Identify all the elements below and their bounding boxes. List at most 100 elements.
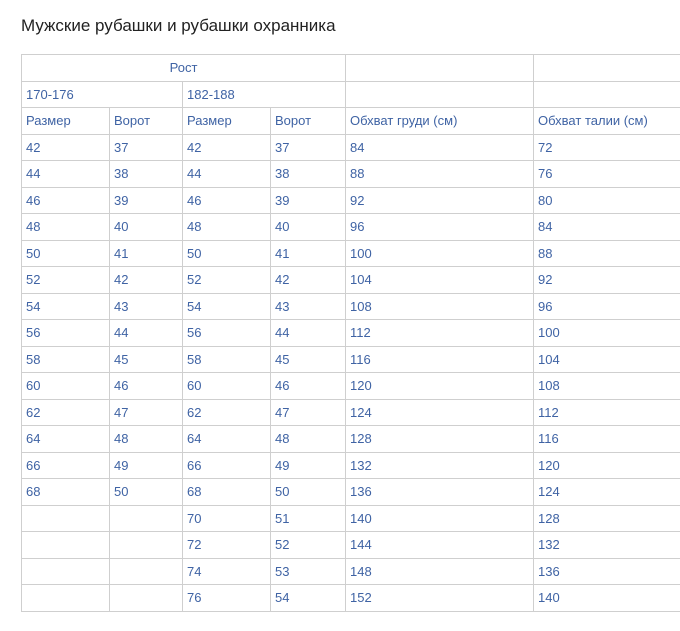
collar-cell: 45 [269,345,347,373]
table-row: 54 43 54 43 108 96 [21,292,680,320]
waist-cell: 108 [533,372,680,400]
empty-header-cell [533,54,680,82]
collar-cell: 48 [109,425,183,453]
collar-cell: 50 [269,478,347,506]
chest-cell: 128 [345,425,535,453]
table-row: 60 46 60 46 120 108 [21,372,680,400]
collar-cell: 53 [269,557,347,585]
collar-cell: 38 [109,160,183,188]
collar-cell: 44 [109,319,183,347]
collar-cell: 52 [269,531,347,559]
header-row-columns: Размер Ворот Размер Ворот Обхват груди (… [21,107,680,135]
table-row: 50 41 50 41 100 88 [21,239,680,267]
collar-cell: 47 [269,398,347,426]
chest-cell: 88 [345,160,535,188]
collar-cell: 49 [269,451,347,479]
size-cell: 68 [182,478,271,506]
size-cell: 68 [21,478,110,506]
chest-cell: 124 [345,398,535,426]
size-cell [21,504,110,532]
waist-cell: 76 [533,160,680,188]
size-cell: 70 [182,504,271,532]
collar-cell [109,584,183,612]
size-cell: 58 [182,345,271,373]
size-cell: 62 [182,398,271,426]
table-row: 70 51 140 128 [21,504,680,532]
collar-cell [109,531,183,559]
size-cell: 60 [182,372,271,400]
collar-cell: 43 [269,292,347,320]
chest-cell: 120 [345,372,535,400]
waist-cell: 124 [533,478,680,506]
column-header-chest: Обхват груди (см) [345,107,535,135]
chest-cell: 100 [345,239,535,267]
table-row: 62 47 62 47 124 112 [21,398,680,426]
table-row: 64 48 64 48 128 116 [21,425,680,453]
collar-cell: 46 [269,372,347,400]
size-cell: 60 [21,372,110,400]
table-row: 42 37 42 37 84 72 [21,133,680,161]
collar-cell: 42 [269,266,347,294]
chest-cell: 104 [345,266,535,294]
table-row: 68 50 68 50 136 124 [21,478,680,506]
size-cell: 62 [21,398,110,426]
chest-cell: 112 [345,319,535,347]
size-cell: 50 [21,239,110,267]
size-cell: 44 [21,160,110,188]
collar-cell: 54 [269,584,347,612]
size-cell: 54 [182,292,271,320]
column-header-collar: Ворот [269,107,347,135]
waist-cell: 140 [533,584,680,612]
empty-header-cell [345,80,535,108]
chest-cell: 152 [345,584,535,612]
column-header-waist: Обхват талии (см) [533,107,680,135]
table-row: 48 40 48 40 96 84 [21,213,680,241]
size-cell: 44 [182,160,271,188]
collar-cell: 37 [269,133,347,161]
chest-cell: 108 [345,292,535,320]
waist-cell: 104 [533,345,680,373]
collar-cell: 42 [109,266,183,294]
size-cell: 52 [182,266,271,294]
size-cell: 54 [21,292,110,320]
table-row: 46 39 46 39 92 80 [21,186,680,214]
table-row: 66 49 66 49 132 120 [21,451,680,479]
waist-cell: 100 [533,319,680,347]
chest-cell: 140 [345,504,535,532]
waist-cell: 136 [533,557,680,585]
chest-cell: 116 [345,345,535,373]
size-cell: 56 [182,319,271,347]
size-cell: 42 [182,133,271,161]
table-row: 58 45 58 45 116 104 [21,345,680,373]
collar-cell: 48 [269,425,347,453]
size-cell: 42 [21,133,110,161]
table-row: 56 44 56 44 112 100 [21,319,680,347]
waist-cell: 92 [533,266,680,294]
waist-cell: 88 [533,239,680,267]
chest-cell: 144 [345,531,535,559]
collar-cell: 39 [269,186,347,214]
size-cell: 46 [182,186,271,214]
collar-cell: 40 [269,213,347,241]
empty-header-cell [345,54,535,82]
size-cell: 74 [182,557,271,585]
size-table: Рост 170-176 182-188 Размер Ворот Размер… [20,54,680,612]
height-range-header: 182-188 [181,80,347,108]
waist-cell: 84 [533,213,680,241]
waist-cell: 120 [533,451,680,479]
collar-cell: 45 [109,345,183,373]
chest-cell: 84 [345,133,535,161]
header-row-height: Рост [20,54,680,82]
collar-cell [109,504,183,532]
chest-cell: 132 [345,451,535,479]
size-cell [21,584,110,612]
size-cell: 50 [182,239,271,267]
size-cell: 66 [21,451,110,479]
collar-cell: 46 [109,372,183,400]
chest-cell: 96 [345,213,535,241]
collar-cell: 49 [109,451,183,479]
collar-cell: 44 [269,319,347,347]
waist-cell: 72 [533,133,680,161]
size-cell: 76 [182,584,271,612]
collar-cell: 47 [109,398,183,426]
